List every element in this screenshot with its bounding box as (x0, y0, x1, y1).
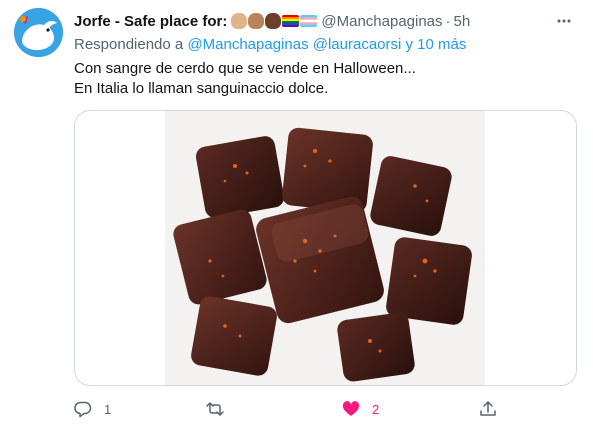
tweet-text: Con sangre de cerdo que se vende en Hall… (74, 59, 416, 99)
separator-dot: · (445, 12, 451, 30)
tweet-text-line: En Italia lo llaman sanguinaccio dolce. (74, 80, 329, 97)
raised-fist-dark-icon (265, 13, 282, 29)
transgender-flag-icon (300, 15, 318, 27)
rainbow-flag-icon (282, 15, 300, 27)
more-options-icon[interactable] (555, 12, 573, 30)
share-button[interactable] (479, 396, 509, 422)
heart-icon (342, 401, 360, 416)
reply-prefix: Respondiendo a (74, 36, 184, 53)
raised-fist-medium-icon (248, 13, 265, 29)
tweet-text-line: Con sangre de cerdo que se vende en Hall… (74, 60, 416, 77)
replying-to: Respondiendo a @Manchapaginas @lauracaor… (74, 36, 466, 53)
retweet-icon (206, 402, 224, 416)
reply-button[interactable]: 1 (74, 396, 111, 422)
reply-handles-link[interactable]: @Manchapaginas @lauracaorsi (187, 36, 401, 53)
author-handle[interactable]: @Manchapaginas (321, 13, 442, 30)
raised-fist-medium-light-icon (231, 13, 248, 29)
bird-avatar-icon (14, 8, 63, 57)
reply-more-link[interactable]: y 10 más (406, 36, 467, 53)
reply-icon (74, 401, 92, 418)
reply-count: 1 (104, 401, 112, 417)
tweet-time[interactable]: 5h (454, 13, 471, 30)
tweet[interactable]: Jorfe - Safe place for: @Manchapaginas ·… (0, 0, 593, 433)
avatar[interactable] (14, 8, 63, 57)
tweet-header: Jorfe - Safe place for: @Manchapaginas ·… (74, 10, 573, 32)
share-icon (480, 401, 496, 416)
like-button[interactable]: 2 (342, 396, 379, 422)
chocolate-squares-photo (165, 111, 485, 385)
tweet-media[interactable] (74, 110, 577, 386)
retweet-button[interactable] (206, 396, 236, 422)
tweet-actions: 1 2 (74, 396, 574, 422)
author-name[interactable]: Jorfe - Safe place for: (74, 13, 227, 30)
like-count: 2 (372, 401, 380, 417)
author-emojis (231, 13, 318, 29)
